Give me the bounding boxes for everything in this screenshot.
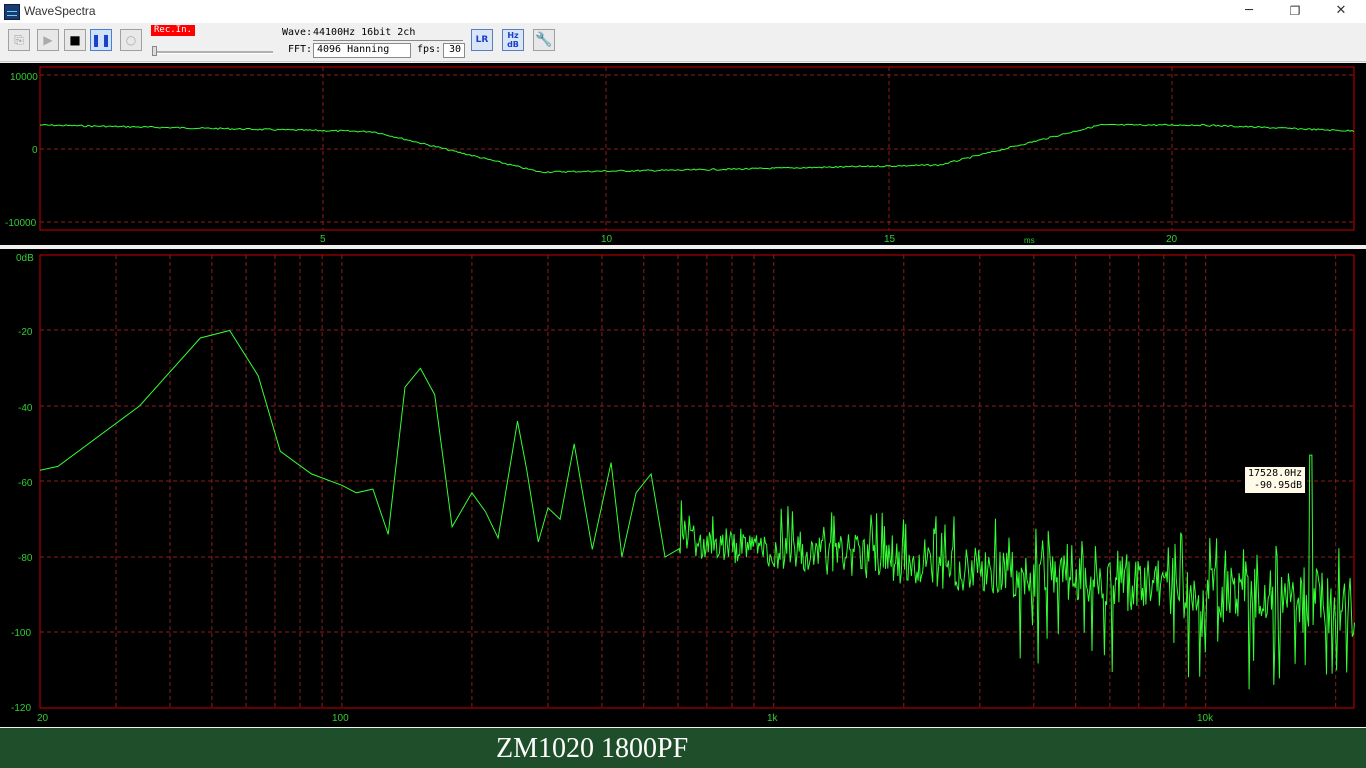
fps-label: fps: (417, 44, 442, 55)
spec-y-tick-minus-100: -100 (11, 628, 31, 639)
wave-format-value: 44100Hz 16bit 2ch (313, 27, 416, 38)
fft-setting-field[interactable]: 4096 Hanning (313, 43, 411, 58)
spec-y-tick-minus-80: -80 (18, 553, 33, 564)
wave-x-tick-15: 15 (884, 234, 896, 245)
wave-y-tick-0: 0 (32, 145, 38, 156)
db-label: dB (507, 40, 519, 49)
level-slider-track[interactable] (153, 51, 273, 54)
caption-text: ZM1020 1800PF (496, 733, 689, 764)
wrench-icon[interactable]: 🔧 (533, 29, 555, 51)
lr-channel-icon[interactable]: LR (471, 29, 493, 51)
record-icon[interactable]: ○ (120, 29, 142, 51)
minimize-button[interactable]: ─ (1226, 0, 1272, 23)
app-icon (4, 4, 20, 20)
spec-x-tick-10k: 10k (1197, 713, 1214, 724)
fft-label: FFT: (288, 44, 313, 55)
wave-label: Wave: (282, 27, 313, 38)
hz-db-settings-icon[interactable]: Hz dB (502, 29, 524, 51)
level-slider-thumb[interactable] (152, 46, 157, 56)
play-icon[interactable]: ▶ (37, 29, 59, 51)
wave-x-unit: ms (1024, 236, 1035, 245)
spec-x-tick-1k: 1k (767, 713, 779, 724)
rec-input-label: Rec.In. (151, 25, 195, 36)
title-bar: WaveSpectra ─ ❐ ✕ (0, 0, 1366, 23)
peak-level: -90.95dB (1254, 480, 1303, 491)
wave-underline (313, 40, 463, 41)
stop-icon[interactable]: ■ (64, 29, 86, 51)
waveform-grid (40, 67, 1354, 230)
fps-field[interactable]: 30 (443, 43, 465, 58)
waveform-panel: 10000 0 -10000 5 10 15 20 ms (0, 63, 1366, 245)
restore-button[interactable]: ❐ (1272, 0, 1318, 23)
spec-y-tick-0db: 0dB (16, 253, 34, 264)
waveform-trace (39, 123, 1355, 174)
close-button[interactable]: ✕ (1318, 0, 1364, 23)
peak-frequency: 17528.0Hz (1248, 468, 1303, 479)
spectrum-panel: 0dB -20 -40 -60 -80 -100 -120 20 100 1k … (0, 249, 1366, 727)
spec-y-tick-minus-60: -60 (18, 478, 33, 489)
toolbar: ⎘ ▶ ■ ❚❚ ○ Rec.In. Wave: 44100Hz 16bit 2… (0, 23, 1366, 62)
spec-x-tick-20: 20 (37, 713, 49, 724)
wave-x-tick-20: 20 (1166, 234, 1178, 245)
pause-icon[interactable]: ❚❚ (90, 29, 112, 51)
wave-x-tick-10: 10 (601, 234, 613, 245)
open-file-icon[interactable]: ⎘ (8, 29, 30, 51)
wave-x-tick-5: 5 (320, 234, 326, 245)
wave-y-tick-10000: 10000 (10, 72, 38, 83)
window-title: WaveSpectra (24, 4, 96, 18)
hz-label: Hz (507, 31, 519, 40)
spec-y-tick-minus-40: -40 (18, 403, 33, 414)
spec-y-tick-minus-120: -120 (11, 703, 31, 714)
spec-x-tick-100: 100 (332, 713, 349, 724)
caption-bar: ZM1020 1800PF (0, 728, 1366, 768)
spec-y-tick-minus-20: -20 (18, 327, 33, 338)
wave-y-tick-minus-10000: -10000 (5, 218, 37, 229)
spectrum-grid (40, 255, 1354, 708)
spectrum-trace (39, 329, 1356, 690)
peak-readout: 17528.0Hz -90.95dB (1244, 466, 1307, 494)
